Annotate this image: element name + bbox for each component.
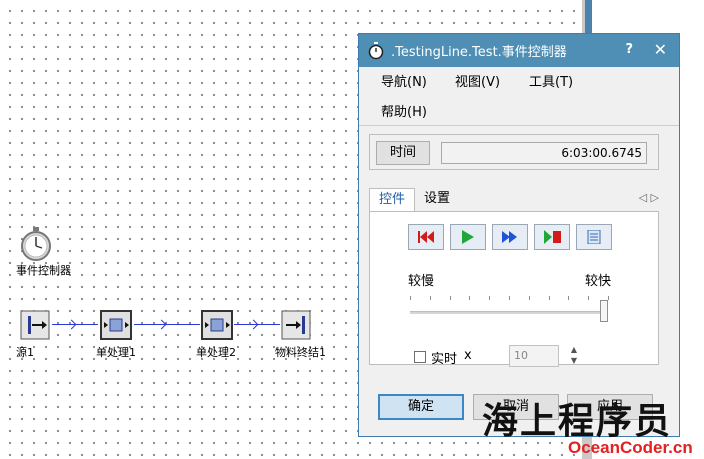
speed-slow-label: 较慢: [408, 274, 435, 289]
realtime-x-label: x: [464, 348, 472, 363]
ok-button[interactable]: 确定: [378, 394, 464, 420]
tab-settings[interactable]: 设置: [417, 188, 457, 210]
drain-icon: [281, 310, 311, 340]
slider-tick: [548, 296, 550, 300]
slider-tick: [509, 296, 510, 300]
drain-object[interactable]: 物料终结1: [275, 310, 326, 359]
slider-tick: [449, 296, 451, 300]
play-stop-icon: [544, 230, 561, 244]
menu-divider: [359, 125, 679, 126]
event-controller-dialog: .TestingLine.Test.事件控制器 ? ✕ 导航(N) 视图(V) …: [358, 33, 680, 437]
stopwatch-icon: [21, 227, 51, 261]
tab-scroll-arrows-icon[interactable]: ◁ ▷: [639, 191, 659, 204]
menu-navigate[interactable]: 导航(N): [381, 71, 427, 90]
slider-tick: [489, 296, 491, 300]
menu-bar: 导航(N) 视图(V) 工具(T) 帮助(H): [359, 67, 679, 123]
watermark-url: OceanCoder.cn: [568, 438, 693, 457]
dialog-title: .TestingLine.Test.事件控制器: [391, 45, 567, 60]
slider-tick: [469, 296, 471, 300]
time-display: 6:03:00.6745: [441, 142, 647, 164]
menu-tools[interactable]: 工具(T): [529, 71, 573, 90]
watermark: 海上程序员 OceanCoder.cn: [480, 392, 704, 459]
menu-view[interactable]: 视图(V): [455, 71, 500, 90]
controls-panel: 较慢 较快 实时 x 10 ▲ ▼: [369, 211, 659, 367]
single-proc-icon: [100, 310, 132, 340]
close-icon[interactable]: ✕: [654, 40, 667, 59]
play-icon: [462, 230, 474, 244]
single-proc-icon: [201, 310, 233, 340]
slider-tick: [568, 296, 570, 300]
time-button[interactable]: 时间: [376, 141, 430, 165]
fast-forward-icon: [502, 231, 517, 243]
single-proc-2-object[interactable]: 单处理2: [196, 310, 236, 359]
reset-button[interactable]: [408, 224, 444, 250]
object-label: 单处理2: [196, 346, 236, 359]
single-proc-1-object[interactable]: 单处理1: [96, 310, 136, 359]
dialog-titlebar[interactable]: .TestingLine.Test.事件控制器 ? ✕: [359, 34, 679, 67]
tab-controls[interactable]: 控件: [369, 188, 415, 211]
start-button[interactable]: [450, 224, 486, 250]
watermark-text: 海上程序员: [482, 400, 673, 442]
step-stop-button[interactable]: [534, 224, 570, 250]
connector-2[interactable]: [134, 324, 200, 325]
spin-down-icon[interactable]: ▼: [569, 356, 579, 365]
realtime-label: 实时: [431, 352, 458, 367]
speed-slider-thumb[interactable]: [600, 300, 609, 322]
reset-icon: [418, 231, 434, 243]
slider-tick: [528, 296, 530, 300]
source-object[interactable]: 源1: [16, 310, 50, 359]
event-controller-object[interactable]: 事件控制器: [16, 226, 71, 277]
stopwatch-icon: [368, 41, 384, 59]
source-icon: [20, 310, 50, 340]
menu-help[interactable]: 帮助(H): [381, 101, 427, 120]
slider-tick: [429, 296, 431, 300]
slider-tick: [588, 296, 590, 300]
speed-fast-label: 较快: [585, 274, 612, 289]
spin-up-icon[interactable]: ▲: [569, 345, 579, 354]
slider-tick: [410, 296, 411, 300]
realtime-factor-field[interactable]: 10: [509, 345, 559, 367]
object-label: 源1: [16, 346, 34, 359]
realtime-checkbox[interactable]: [414, 351, 426, 363]
tab-strip: 控件 设置 ◁ ▷: [369, 188, 659, 212]
event-controller-label: 事件控制器: [16, 264, 71, 277]
object-label: 物料终结1: [275, 346, 326, 359]
fast-forward-button[interactable]: [492, 224, 528, 250]
help-button[interactable]: ?: [625, 42, 633, 57]
speed-slider-track[interactable]: [410, 311, 608, 314]
event-list-button[interactable]: [576, 224, 612, 250]
time-group: 时间 6:03:00.6745: [369, 134, 659, 170]
list-icon: [587, 230, 601, 244]
object-label: 单处理1: [96, 346, 136, 359]
slider-tick: [608, 296, 609, 300]
